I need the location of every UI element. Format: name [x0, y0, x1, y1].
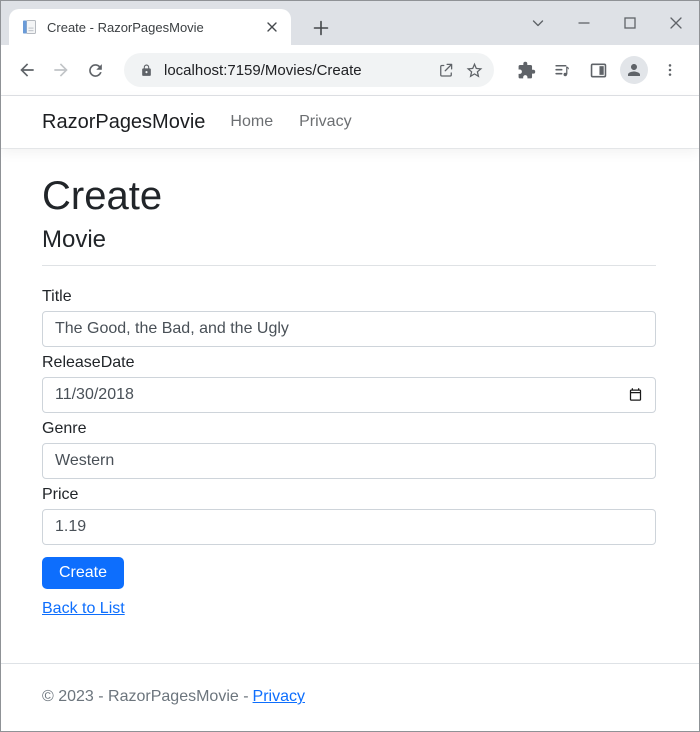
form-group-price: Price — [42, 486, 656, 545]
tab-title: Create - RazorPagesMovie — [47, 19, 204, 35]
profile-avatar[interactable] — [616, 52, 652, 88]
footer-text: © 2023 - RazorPagesMovie - — [42, 688, 249, 705]
browser-tab[interactable]: Create - RazorPagesMovie — [9, 9, 291, 45]
tab-favicon-icon — [23, 20, 36, 34]
extensions-puzzle-icon[interactable] — [508, 52, 544, 88]
form-group-release-date: ReleaseDate — [42, 354, 656, 413]
share-icon[interactable] — [432, 56, 460, 84]
title-label: Title — [42, 287, 72, 305]
browser-window: Create - RazorPagesMovie localhost:7159/… — [0, 0, 700, 732]
create-movie-form: Title ReleaseDate Genre — [42, 288, 656, 618]
back-icon[interactable] — [10, 53, 44, 87]
genre-input[interactable] — [55, 443, 643, 478]
back-to-list-link[interactable]: Back to List — [42, 600, 125, 618]
browser-titlebar: Create - RazorPagesMovie — [1, 1, 699, 45]
tab-close-icon[interactable] — [263, 18, 281, 36]
site-footer: © 2023 - RazorPagesMovie - Privacy — [1, 663, 699, 731]
media-controls-icon[interactable] — [544, 52, 580, 88]
price-label: Price — [42, 485, 79, 503]
side-panel-icon[interactable] — [580, 52, 616, 88]
nav-link-home[interactable]: Home — [230, 113, 273, 131]
form-group-title: Title — [42, 288, 656, 347]
browser-toolbar: localhost:7159/Movies/Create — [1, 45, 699, 96]
form-group-genre: Genre — [42, 420, 656, 479]
bookmark-star-icon[interactable] — [460, 56, 488, 84]
genre-label: Genre — [42, 419, 87, 437]
more-menu-icon[interactable] — [652, 52, 688, 88]
site-navbar: RazorPagesMovie Home Privacy — [1, 96, 699, 149]
release-date-label: ReleaseDate — [42, 353, 135, 371]
close-window-icon[interactable] — [653, 5, 699, 41]
page-viewport: RazorPagesMovie Home Privacy Create Movi… — [1, 96, 699, 731]
navbar-brand[interactable]: RazorPagesMovie — [42, 111, 205, 134]
nav-link-privacy[interactable]: Privacy — [299, 113, 351, 131]
title-input[interactable] — [55, 311, 643, 346]
lock-icon — [142, 64, 151, 76]
release-date-input[interactable] — [55, 377, 628, 412]
address-bar[interactable]: localhost:7159/Movies/Create — [124, 53, 494, 87]
maximize-icon[interactable] — [607, 5, 653, 41]
url-text[interactable]: localhost:7159/Movies/Create — [164, 62, 432, 79]
divider — [42, 264, 656, 266]
window-controls — [515, 1, 699, 45]
forward-icon[interactable] — [44, 53, 78, 87]
main-content: Create Movie Title ReleaseDate — [1, 149, 699, 618]
footer-privacy-link[interactable]: Privacy — [253, 688, 305, 705]
minimize-icon[interactable] — [561, 5, 607, 41]
create-submit-button[interactable]: Create — [42, 556, 125, 589]
reload-icon[interactable] — [78, 53, 112, 87]
new-tab-button[interactable] — [307, 14, 335, 42]
calendar-icon[interactable] — [628, 387, 643, 402]
page-title: Create — [42, 174, 163, 218]
price-input[interactable] — [55, 509, 643, 544]
page-subtitle: Movie — [42, 226, 107, 253]
tab-search-chevron-icon[interactable] — [515, 5, 561, 41]
toolbar-extensions-area — [508, 52, 688, 88]
